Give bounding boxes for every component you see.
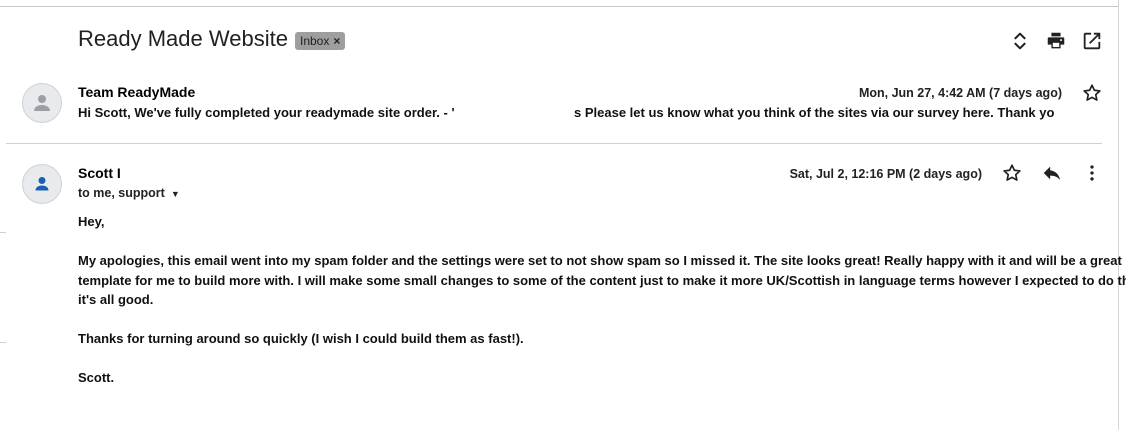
left-edge-mark [0, 342, 6, 343]
message-date: Sat, Jul 2, 12:16 PM (2 days ago) [789, 167, 982, 181]
message-snippet-end[interactable]: s Please let us know what you think of t… [574, 105, 1054, 120]
person-icon [35, 177, 49, 191]
message-body-greeting: Hey, [78, 214, 105, 229]
message-sender[interactable]: Team ReadyMade [78, 84, 195, 100]
message-recipients[interactable]: to me, support ▼ [78, 186, 180, 200]
avatar[interactable] [22, 164, 62, 204]
message-date: Mon, Jun 27, 4:42 AM (7 days ago) [858, 86, 1062, 100]
person-icon [34, 95, 50, 111]
show-details-caret-icon[interactable]: ▼ [171, 189, 180, 199]
expand-collapse-icon[interactable] [1008, 29, 1032, 53]
remove-label-icon[interactable]: × [333, 34, 340, 48]
label-chip-text: Inbox [300, 34, 330, 48]
print-icon[interactable] [1044, 29, 1068, 53]
left-edge-mark [0, 232, 6, 233]
more-options-icon[interactable] [1080, 161, 1104, 185]
avatar[interactable] [22, 83, 62, 123]
message-body-line: Thanks for turning around so quickly (I … [78, 331, 524, 346]
message-sender[interactable]: Scott I [78, 165, 121, 181]
message-snippet-start[interactable]: Hi Scott, We've fully completed your rea… [78, 105, 455, 120]
star-icon[interactable] [1080, 81, 1104, 105]
message-body-line: template for me to build more with. I wi… [78, 273, 1126, 288]
star-icon[interactable] [1000, 161, 1024, 185]
inbox-label-chip[interactable]: Inbox × [295, 32, 346, 50]
message-divider [6, 143, 1102, 144]
message-body-line: it's all good. [78, 292, 154, 307]
message-body-line: My apologies, this email went into my sp… [78, 253, 1122, 268]
thread-subject: Ready Made Website [78, 26, 288, 51]
reply-icon[interactable] [1040, 161, 1064, 185]
right-border [1118, 0, 1119, 430]
message-body-signoff: Scott. [78, 370, 115, 385]
top-border [0, 6, 1118, 7]
open-new-window-icon[interactable] [1080, 29, 1104, 53]
recipients-text: to me, support [78, 186, 165, 200]
